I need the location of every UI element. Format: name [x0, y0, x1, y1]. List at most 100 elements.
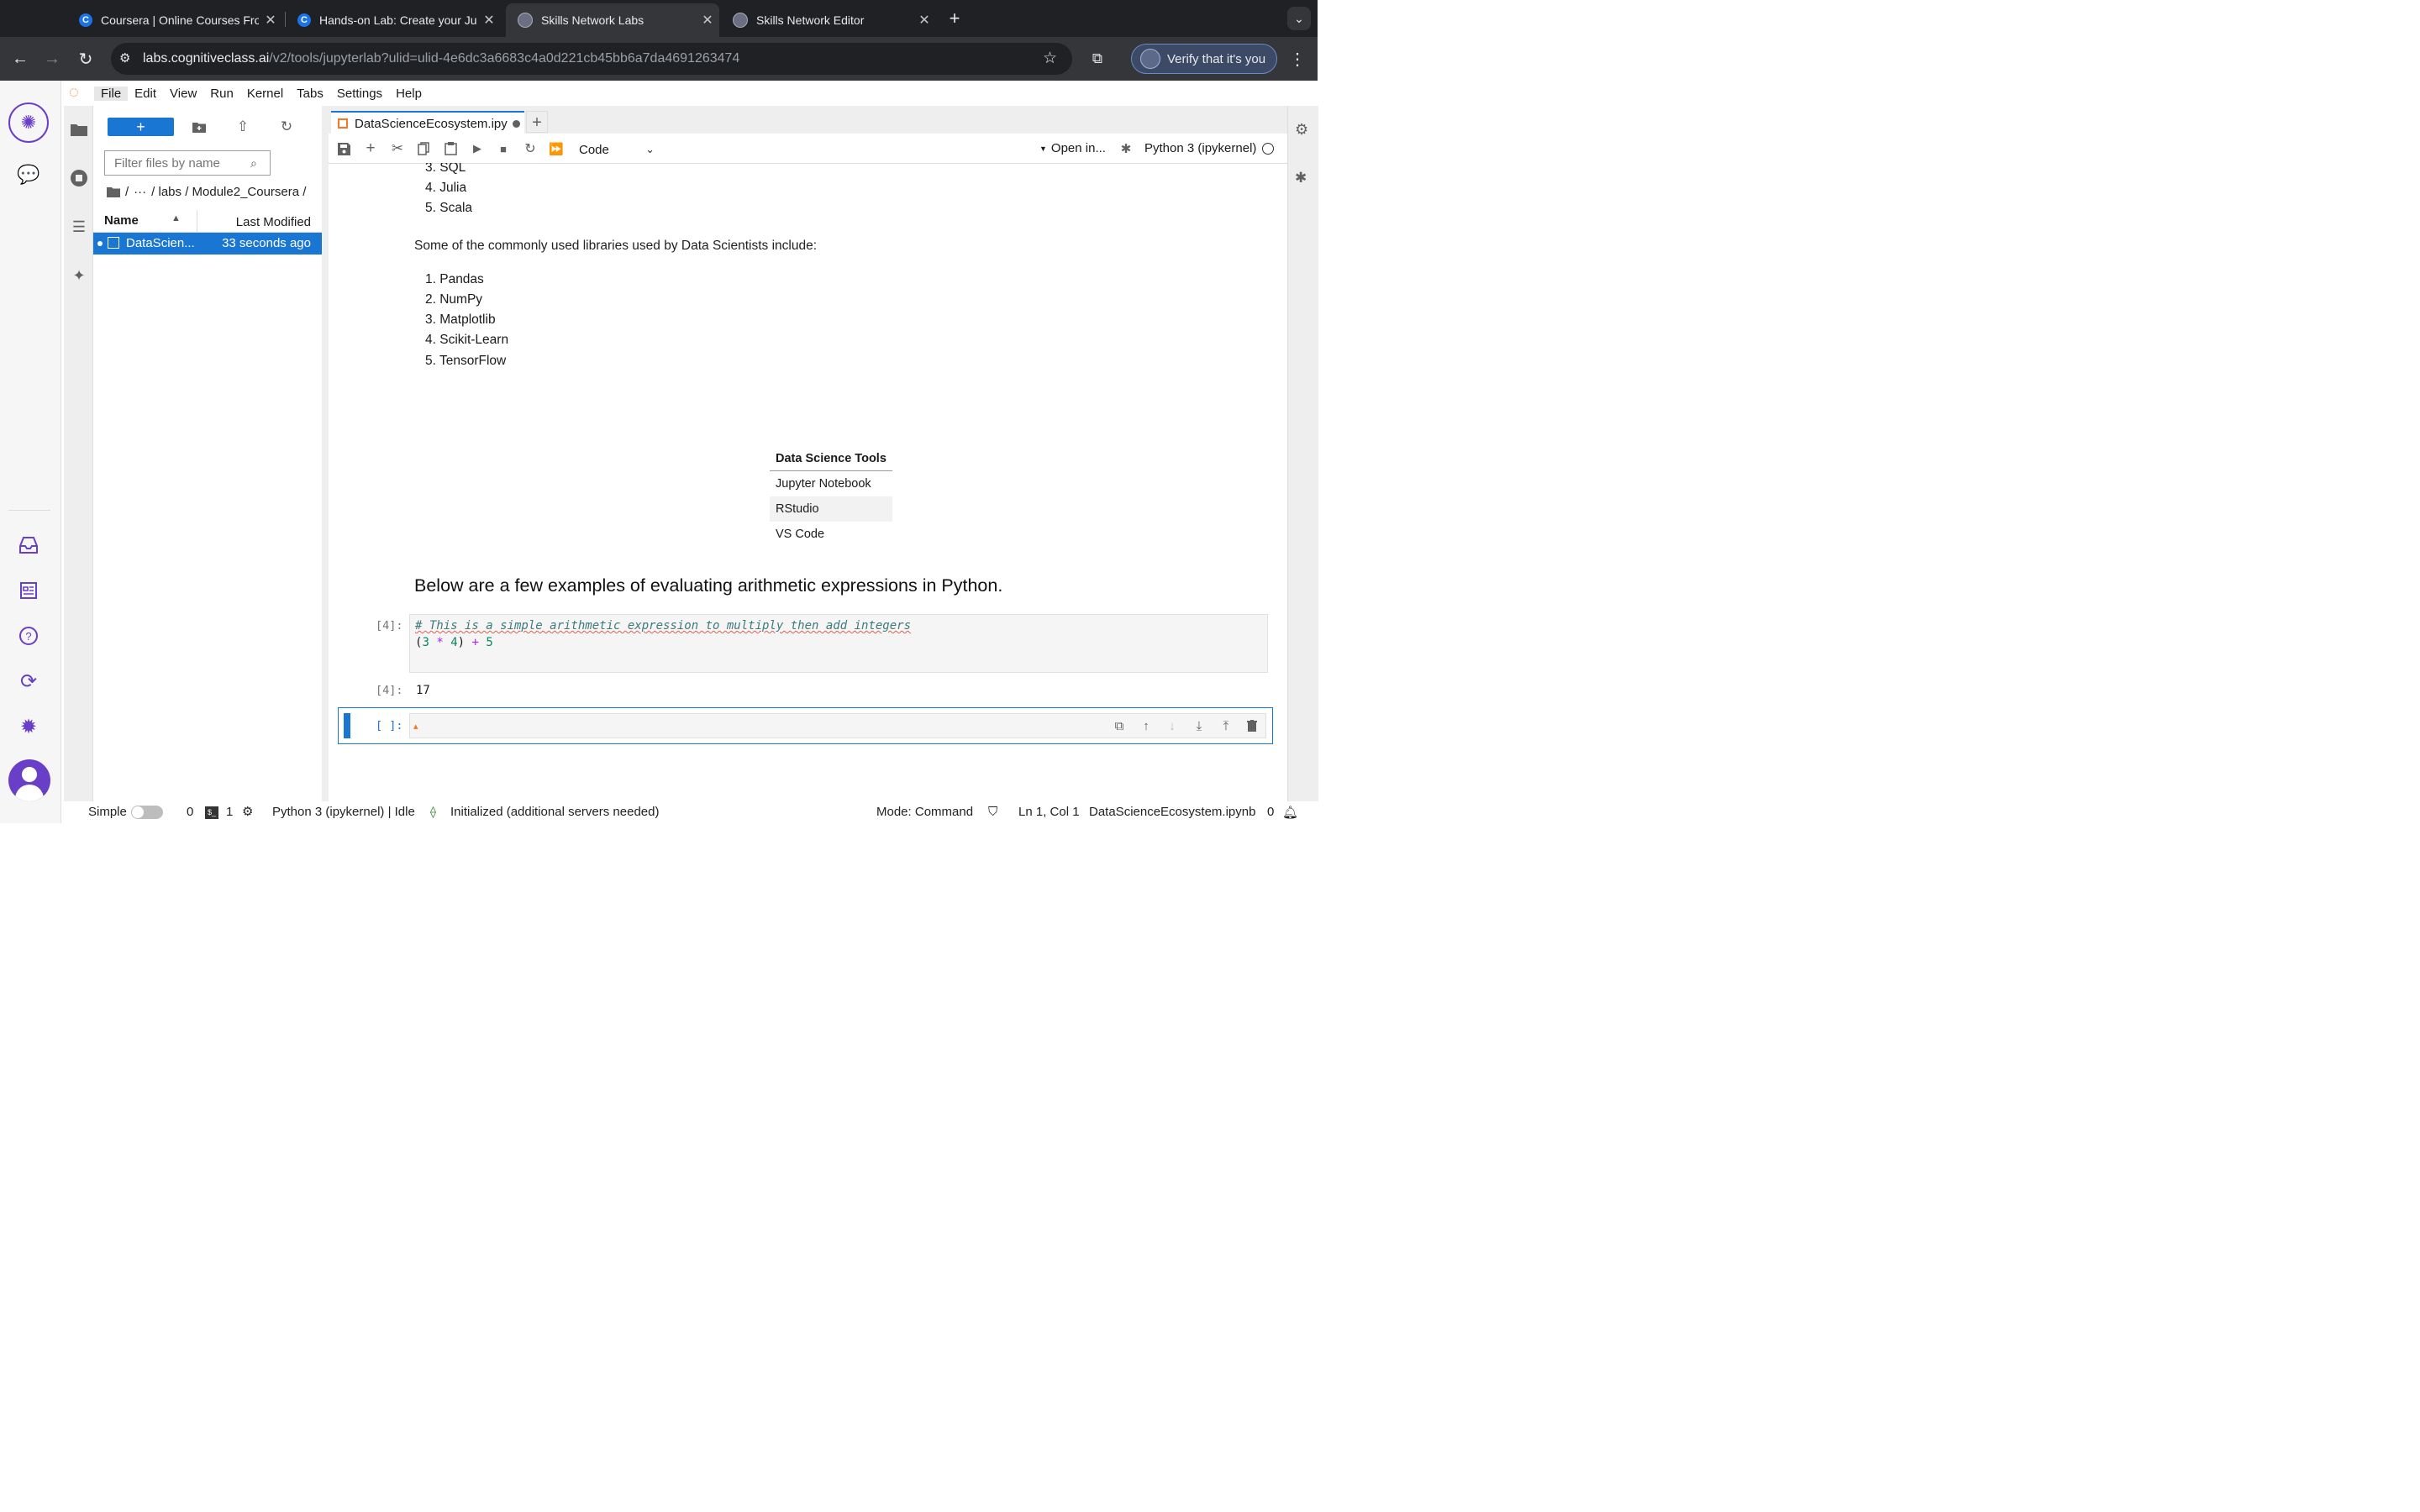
terminal-count[interactable]: 0 [187, 805, 193, 819]
run-all-icon[interactable]: ⏩ [548, 140, 565, 157]
code-cell-editor[interactable]: # This is a simple arithmetic expression… [409, 614, 1268, 673]
site-settings-icon[interactable]: ⚙ [119, 50, 130, 66]
home-folder-icon[interactable] [107, 186, 120, 197]
skills-network-favicon-icon [733, 13, 748, 28]
column-name-header[interactable]: Name [104, 213, 139, 228]
new-launcher-button[interactable]: + [108, 118, 174, 136]
skills-network-logo-icon[interactable]: ✺ [8, 102, 49, 143]
cut-icon[interactable]: ✂ [389, 140, 406, 157]
close-icon[interactable]: ✕ [477, 12, 501, 29]
lsp-status[interactable]: Initialized (additional servers needed) [450, 805, 659, 819]
menu-settings[interactable]: Settings [330, 87, 389, 101]
column-last-modified-header[interactable]: Last Modified [236, 215, 311, 229]
sync-icon[interactable]: ⟳ [17, 669, 40, 693]
browser-tab-skills-network-labs[interactable]: Skills Network Labs ✕ [506, 3, 719, 37]
unsaved-indicator-icon[interactable] [512, 119, 520, 128]
close-icon[interactable]: ✕ [696, 12, 719, 29]
verify-identity-button[interactable]: Verify that it's you [1131, 44, 1277, 74]
search-icon: ⌕ [250, 155, 257, 170]
browser-tab-coursera[interactable]: C Coursera | Online Courses Fro ✕ [67, 3, 282, 37]
debugger-icon[interactable]: ✱ [1295, 170, 1312, 186]
active-cell[interactable]: [ ]: ▴ ⧉ ↑ ↓ ⤓ ⤒ [338, 707, 1273, 744]
close-icon[interactable]: ✕ [913, 12, 936, 29]
status-filename: DataScienceEcosystem.ipynb [1089, 805, 1256, 819]
extensions-icon[interactable]: ⧉ [1086, 47, 1109, 71]
browser-menu-icon[interactable]: ⋮ [1286, 47, 1309, 71]
menu-view[interactable]: View [163, 87, 203, 101]
extensions-puzzle-icon[interactable]: ✦ [71, 267, 87, 284]
menu-kernel[interactable]: Kernel [240, 87, 290, 101]
property-inspector-gear-icon[interactable]: ⚙ [1295, 121, 1312, 138]
kernel-status[interactable]: Python 3 (ipykernel) | Idle [272, 805, 415, 819]
kernel-count[interactable]: 1 [226, 805, 233, 819]
move-down-icon[interactable]: ↓ [1165, 718, 1180, 733]
move-up-icon[interactable]: ↑ [1139, 718, 1154, 733]
breadcrumb-root[interactable]: / [125, 185, 129, 199]
folder-icon[interactable] [71, 121, 87, 138]
filter-files-field[interactable]: ⌕ [104, 150, 271, 176]
bookmark-star-icon[interactable]: ☆ [1043, 49, 1057, 68]
open-in-dropdown[interactable]: ▼ Open in... [1039, 141, 1106, 155]
new-folder-icon[interactable] [191, 118, 208, 136]
user-avatar-icon[interactable] [8, 759, 50, 801]
help-icon[interactable]: ? [17, 624, 40, 648]
reload-icon[interactable]: ↻ [74, 47, 97, 71]
copy-icon[interactable] [415, 140, 432, 157]
address-bar[interactable]: ⚙ labs.cognitiveclass.ai/v2/tools/jupyte… [111, 43, 1072, 75]
menu-help[interactable]: Help [389, 87, 429, 101]
interrupt-kernel-icon[interactable]: ■ [495, 140, 512, 157]
menu-edit[interactable]: Edit [128, 87, 163, 101]
menu-run[interactable]: Run [203, 87, 240, 101]
tab-notebook[interactable]: DataScienceEcosystem.ipy [331, 111, 524, 134]
save-icon[interactable] [335, 140, 352, 157]
verify-label: Verify that it's you [1167, 51, 1266, 66]
simple-mode-toggle[interactable] [131, 806, 163, 819]
browser-tab-skills-network-editor[interactable]: Skills Network Editor ✕ [721, 3, 936, 37]
breadcrumb-ellipsis[interactable]: ··· [134, 185, 146, 199]
new-tab-icon[interactable]: + [943, 7, 966, 30]
trusted-shield-icon[interactable]: ⛉ [988, 805, 997, 819]
upload-icon[interactable]: ⇧ [234, 118, 251, 136]
running-sessions-icon[interactable] [71, 170, 87, 186]
caret-down-icon: ▼ [1039, 144, 1047, 153]
empty-code-input[interactable]: ▴ [409, 713, 1266, 738]
back-icon[interactable]: ← [8, 47, 32, 71]
browser-tab-hands-on-lab[interactable]: C Hands-on Lab: Create your Ju ✕ [286, 3, 501, 37]
breadcrumb-path[interactable]: / labs / Module2_Coursera / [151, 185, 306, 199]
duplicate-cell-icon[interactable]: ⧉ [1112, 718, 1127, 733]
panel-resize-handle[interactable] [322, 106, 329, 801]
menu-file[interactable]: File [94, 86, 129, 101]
cell-type-select[interactable]: Code ⌄ [579, 141, 655, 158]
kernel-name[interactable]: Python 3 (ipykernel) [1144, 141, 1256, 155]
inbox-icon[interactable] [17, 533, 40, 557]
theme-toggle-icon[interactable]: ✹ [17, 715, 40, 738]
debugger-bug-icon[interactable]: ✱ [1118, 140, 1134, 157]
bell-icon[interactable]: 🔔︎ [1282, 805, 1298, 820]
chat-assistant-icon[interactable]: 💬 [17, 163, 40, 186]
menu-tabs[interactable]: Tabs [290, 87, 330, 101]
run-cell-icon[interactable]: ▶ [469, 140, 486, 157]
table-of-contents-icon[interactable]: ☰ [71, 218, 87, 235]
active-cell-collapser[interactable] [344, 713, 350, 738]
insert-below-icon[interactable]: ⤓ [1192, 718, 1207, 733]
file-row[interactable]: DataScien... 33 seconds ago [93, 233, 322, 255]
forward-icon[interactable]: → [40, 47, 64, 71]
cursor-position[interactable]: Ln 1, Col 1 [1018, 805, 1080, 819]
list-item: 4. Scikit-Learn [425, 333, 509, 347]
close-icon[interactable]: ✕ [259, 12, 282, 29]
filter-files-input[interactable] [113, 155, 250, 171]
delete-cell-icon[interactable] [1244, 718, 1260, 733]
notebook-content: 3. SQL 4. Julia 5. Scala Some of the com… [329, 163, 1287, 801]
paste-icon[interactable] [442, 140, 459, 157]
new-tab-plus-icon[interactable]: + [526, 111, 548, 133]
news-icon[interactable] [17, 579, 40, 602]
restart-kernel-icon[interactable]: ↻ [522, 140, 539, 157]
tab-search-icon[interactable]: ⌄ [1287, 7, 1311, 30]
notification-count[interactable]: 0 [1267, 805, 1274, 819]
notebook-mode[interactable]: Mode: Command [876, 805, 973, 819]
insert-above-icon[interactable]: ⤒ [1218, 718, 1234, 733]
refresh-icon[interactable]: ↻ [278, 118, 295, 136]
browser-tab-title: Coursera | Online Courses Fro [101, 13, 259, 27]
notebook-file-icon [108, 237, 119, 249]
insert-cell-icon[interactable]: + [362, 139, 379, 157]
